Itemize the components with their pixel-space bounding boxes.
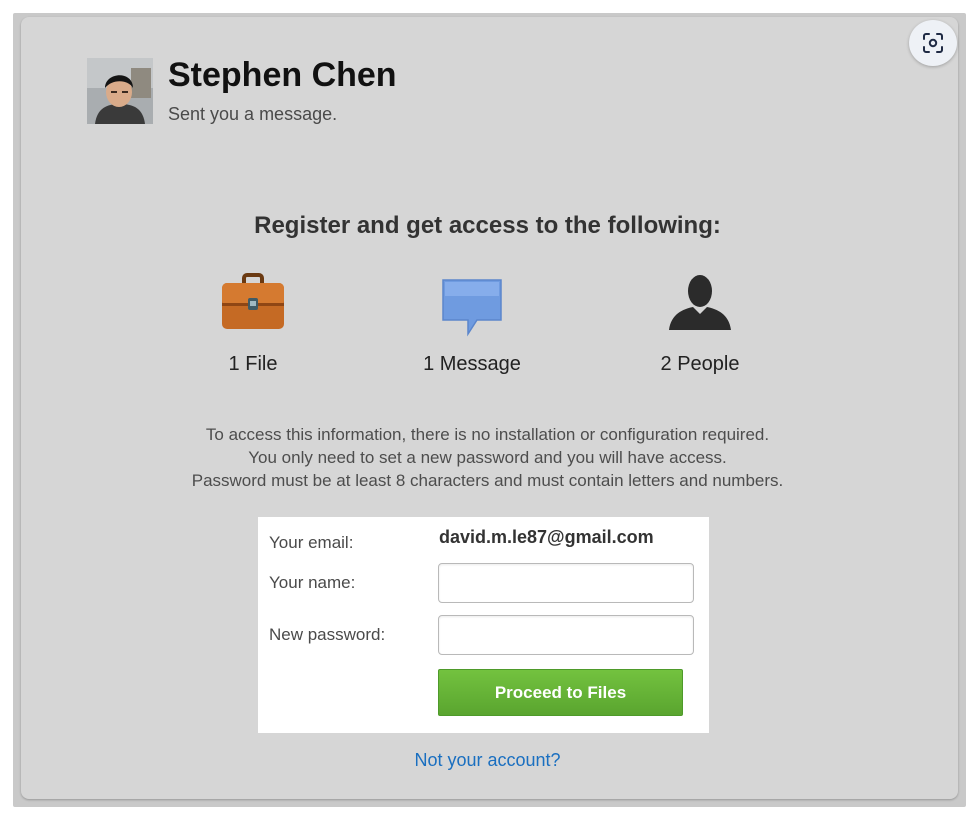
avatar-photo-icon — [87, 58, 153, 124]
screenshot-icon — [923, 33, 943, 53]
registration-form: Your email: david.m.le87@gmail.com Your … — [258, 517, 709, 733]
screenshot-button[interactable] — [909, 20, 957, 66]
not-your-account-link[interactable]: Not your account? — [0, 750, 975, 771]
info-line: You only need to set a new password and … — [248, 448, 727, 467]
access-info: To access this information, there is no … — [0, 423, 975, 492]
briefcase-icon — [222, 273, 284, 329]
message-bubble-icon — [442, 279, 502, 337]
password-label: New password: — [269, 625, 386, 644]
proceed-to-files-button[interactable]: Proceed to Files — [438, 669, 683, 716]
avatar — [87, 58, 153, 124]
name-label: Your name: — [269, 573, 356, 592]
register-headline: Register and get access to the following… — [254, 212, 721, 239]
name-input[interactable] — [438, 563, 694, 603]
password-input[interactable] — [438, 615, 694, 655]
email-value: david.m.le87@gmail.com — [439, 527, 654, 547]
feature-label-people: 2 People — [660, 353, 740, 375]
feature-label-files: 1 File — [228, 353, 278, 375]
email-label: Your email: — [269, 533, 354, 552]
feature-label-messages: 1 Message — [423, 353, 521, 375]
info-line: To access this information, there is no … — [205, 425, 770, 444]
person-icon — [669, 275, 731, 330]
info-line: Password must be at least 8 characters a… — [191, 471, 784, 490]
sender-name: Stephen Chen — [168, 56, 397, 94]
sender-subtitle: Sent you a message. — [168, 104, 338, 124]
